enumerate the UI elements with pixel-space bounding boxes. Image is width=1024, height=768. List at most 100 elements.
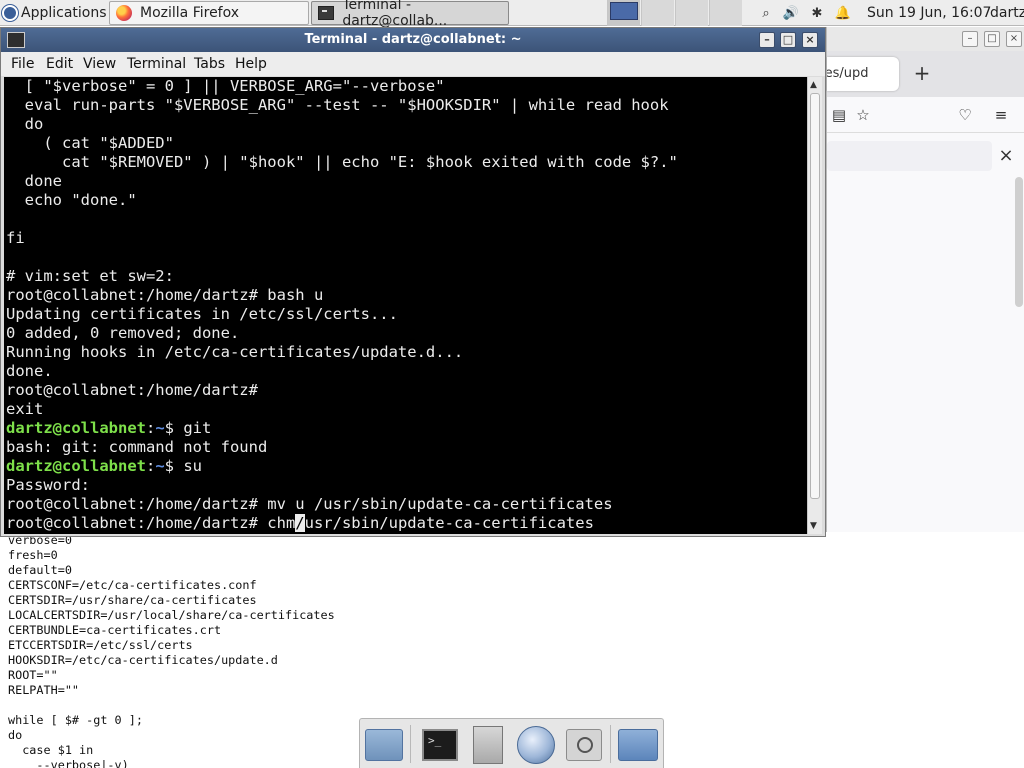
terminal-title: Terminal - dartz@collabnet: ~ [304,32,522,47]
new-tab-button[interactable]: + [911,63,933,85]
terminal-line-text: Updating certificates in /etc/ssl/certs.… [6,305,398,323]
web-browser-icon [517,726,555,764]
background-text-line: CERTBUNDLE=ca-certificates.crt [8,623,222,637]
hamburger-menu-icon[interactable]: ≡ [991,105,1011,125]
menu-view[interactable]: View [83,52,116,76]
typed-text-before-cursor: chm [267,514,296,532]
reader-view-icon[interactable]: ▤ [829,105,849,125]
search-icon [566,729,602,761]
typed-text-after-cursor: usr/sbin/update-ca-certificates [304,514,594,532]
firefox-close-button[interactable]: × [1006,31,1022,47]
menu-edit[interactable]: Edit [46,52,73,76]
workspace-window-preview [610,2,638,20]
background-text-line: ROOT="" [8,668,58,682]
terminal-line-text: bash: git: command not found [6,438,268,456]
terminal-line: root@collabnet:/home/dartz# bash u [6,286,678,305]
prompt-user: dartz@collabnet [6,457,146,475]
folder-icon [618,729,658,761]
home-folder-icon [365,729,403,761]
terminal-line: dartz@collabnet:~$ su [6,457,678,476]
terminal-scrollbar[interactable]: ▲ ▼ [807,77,822,534]
bookmark-star-icon[interactable]: ☆ [853,105,873,125]
terminal-line-text: root@collabnet:/home/dartz# [6,381,258,399]
terminal-line-text: Running hooks in /etc/ca-certificates/up… [6,343,464,361]
close-button[interactable]: × [802,32,818,48]
menu-terminal[interactable]: Terminal [127,52,186,76]
scroll-up-icon[interactable]: ▲ [810,80,817,90]
background-text-line [8,698,608,713]
folder-launcher[interactable] [616,724,660,766]
terminal-line-text: [ "$verbose" = 0 ] || VERBOSE_ARG="--ver… [6,77,445,95]
terminal-line: bash: git: command not found [6,438,678,457]
prompt-separator: : [145,419,156,437]
terminal-line-text: fi [6,229,25,247]
volume-icon[interactable]: 🔊 [782,4,800,22]
minimize-button[interactable]: – [759,32,775,48]
scroll-down-icon[interactable]: ▼ [810,521,817,531]
firefox-tab[interactable]: les/upd [827,57,899,91]
taskbar-terminal[interactable]: Terminal - dartz@collab... [311,0,509,29]
prompt-path: ~ [155,419,165,437]
terminal-line-text: eval run-parts "$VERBOSE_ARG" --test -- … [6,96,669,114]
workspace-1[interactable] [607,0,640,26]
terminal-current-line: root@collabnet:/home/dartz# chm/usr/sbin… [6,514,678,533]
terminal-line-text: exit [6,400,44,418]
dock [359,718,664,768]
prompt-separator: : [145,457,156,475]
workspace-4[interactable] [709,0,742,26]
applications-menu[interactable]: Applications [2,0,107,26]
pocket-icon[interactable]: ♡ [955,105,975,125]
prompt-user: dartz@collabnet [6,419,146,437]
top-panel: Applications Mozilla Firefox Terminal - … [0,0,1024,29]
search-launcher[interactable] [562,724,606,766]
terminal-line: do [6,115,678,134]
find-input[interactable] [827,141,992,171]
current-prompt: root@collabnet:/home/dartz# [6,514,268,532]
terminal-line: [ "$verbose" = 0 ] || VERBOSE_ARG="--ver… [6,77,678,96]
scrollbar-thumb[interactable] [810,93,820,499]
notification-bell-icon[interactable]: 🔔 [834,4,852,22]
terminal-line-text: do [6,115,44,133]
background-text-line: fresh=0 [8,548,58,562]
web-browser-launcher[interactable] [514,724,558,766]
terminal-launcher[interactable] [418,724,462,766]
terminal-line: exit [6,400,678,419]
find-close-button[interactable]: × [995,145,1017,167]
terminal-line-text: # vim:set et sw=2: [6,267,174,285]
taskbar-firefox[interactable]: Mozilla Firefox [109,1,309,25]
terminal-line: ( cat "$ADDED" [6,134,678,153]
workspace-2[interactable] [641,0,674,26]
terminal-line: cat "$REMOVED" ) | "$hook" || echo "E: $… [6,153,678,172]
maximize-button[interactable]: □ [780,32,796,48]
terminal-screen[interactable]: [ "$verbose" = 0 ] || VERBOSE_ARG="--ver… [4,77,807,534]
background-text-line: LOCALCERTSDIR=/usr/local/share/ca-certif… [8,608,335,622]
clock[interactable]: Sun 19 Jun, 16:07 [867,0,991,26]
file-cabinet-launcher[interactable] [466,724,510,766]
firefox-maximize-button[interactable]: □ [984,31,1000,47]
terminal-line: fi [6,229,678,248]
firefox-scrollbar[interactable] [1015,177,1023,307]
user-menu[interactable]: dartz [990,0,1024,26]
firefox-minimize-button[interactable]: – [962,31,978,47]
terminal-line-text: 0 added, 0 removed; done. [6,324,240,342]
terminal-line-text: done [6,172,62,190]
background-text-line: ETCCERTSDIR=/etc/ssl/certs [8,638,193,652]
terminal-line-text: ( cat "$ADDED" [6,134,174,152]
menu-tabs[interactable]: Tabs [194,52,225,76]
terminal-menubar: File Edit View Terminal Tabs Help [1,52,825,76]
home-folder-launcher[interactable] [362,724,406,766]
taskbar-firefox-label: Mozilla Firefox [140,5,240,21]
terminal-titlebar[interactable]: Terminal - dartz@collabnet: ~ – □ × [1,28,825,52]
terminal-line: done [6,172,678,191]
menu-file[interactable]: File [11,52,34,76]
workspace-3[interactable] [675,0,708,26]
network-icon[interactable]: ⌕ [757,4,775,22]
background-text-line: RELPATH="" [8,683,80,697]
applications-logo-icon [2,5,18,21]
updates-icon[interactable]: ✱ [808,4,826,22]
firefox-titlebar: – □ × [827,27,1024,51]
menu-help[interactable]: Help [235,52,267,76]
text-cursor: / [295,514,305,532]
